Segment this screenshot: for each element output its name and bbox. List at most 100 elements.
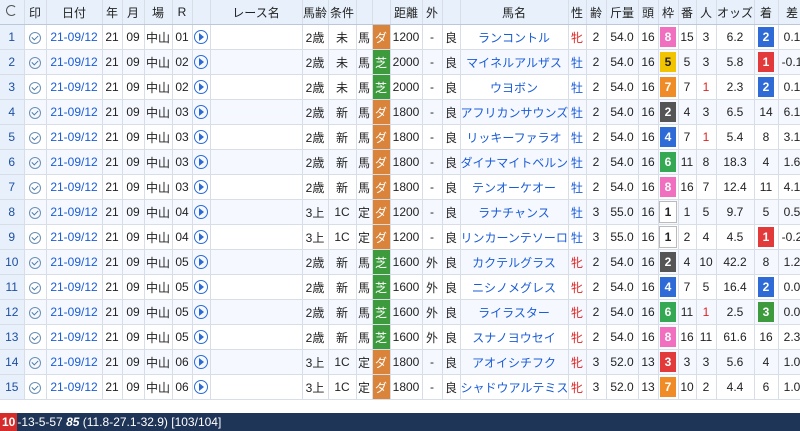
check-icon[interactable]: [29, 31, 41, 44]
play-cell[interactable]: [192, 99, 211, 125]
check-cell[interactable]: [24, 349, 47, 375]
play-cell[interactable]: [192, 124, 211, 150]
play-cell[interactable]: [192, 324, 211, 350]
check-icon[interactable]: [29, 56, 41, 69]
column-header-13[interactable]: 距離: [390, 0, 423, 25]
play-cell[interactable]: [192, 374, 211, 400]
play-icon[interactable]: [194, 30, 208, 45]
table-row[interactable]: 2 21-09/12 21 09 中山 02 2歳未馬芝 2000- 良マイネルアルザス牡 2 54…: [0, 49, 800, 75]
column-header-7[interactable]: [192, 0, 211, 25]
check-cell[interactable]: [24, 74, 47, 100]
check-cell[interactable]: [24, 49, 47, 75]
play-cell[interactable]: [192, 24, 211, 50]
table-row[interactable]: 5 21-09/12 21 09 中山 03 2歳新馬ダ 1800- 良リッキーファラオ牡 2 54…: [0, 124, 800, 150]
table-row[interactable]: 8 21-09/12 21 09 中山 04 3上 1C 定ダ 1200- 良ラナチャンス牡 3 55.…: [0, 199, 800, 225]
check-icon[interactable]: [29, 306, 41, 319]
column-header-6[interactable]: R: [172, 0, 193, 25]
play-cell[interactable]: [192, 149, 211, 175]
check-cell[interactable]: [24, 99, 47, 125]
check-icon[interactable]: [29, 81, 41, 94]
play-icon[interactable]: [194, 255, 208, 270]
check-icon[interactable]: [29, 356, 41, 369]
column-header-25[interactable]: 着: [754, 0, 779, 25]
play-icon[interactable]: [194, 330, 208, 345]
play-icon[interactable]: [194, 130, 208, 145]
column-header-19[interactable]: 斤量: [606, 0, 639, 25]
column-header-10[interactable]: 条件: [328, 0, 357, 25]
table-row[interactable]: 1 21-09/12 21 09 中山 01 2歳未馬ダ 1200- 良ランコントル牝 2 54.0…: [0, 24, 800, 50]
play-cell[interactable]: [192, 199, 211, 225]
column-header-0[interactable]: [0, 0, 25, 25]
column-header-26[interactable]: 差: [778, 0, 800, 25]
column-header-20[interactable]: 頭: [638, 0, 659, 25]
check-cell[interactable]: [24, 24, 47, 50]
column-header-4[interactable]: 月: [122, 0, 145, 25]
column-header-8[interactable]: レース名: [210, 0, 303, 25]
column-header-22[interactable]: 番: [678, 0, 697, 25]
play-icon[interactable]: [194, 230, 208, 245]
column-header-23[interactable]: 人: [696, 0, 717, 25]
column-header-11[interactable]: [356, 0, 373, 25]
table-row[interactable]: 3 21-09/12 21 09 中山 02 2歳未馬芝 2000- 良ウヨボン牡 2 54.0 16…: [0, 74, 800, 100]
play-icon[interactable]: [194, 155, 208, 170]
check-cell[interactable]: [24, 149, 47, 175]
table-row[interactable]: 12 21-09/12 21 09 中山 05 2歳新馬芝 1600 外良ライラスター牝 2 54.…: [0, 299, 800, 325]
check-cell[interactable]: [24, 174, 47, 200]
table-row[interactable]: 15 21-09/12 21 09 中山 06 3上 1C 定ダ 1800- 良シャドウアルテミス牝…: [0, 374, 800, 400]
check-cell[interactable]: [24, 224, 47, 250]
play-icon[interactable]: [194, 305, 208, 320]
column-header-15[interactable]: [442, 0, 461, 25]
play-icon[interactable]: [194, 280, 208, 295]
play-icon[interactable]: [194, 205, 208, 220]
check-icon[interactable]: [29, 381, 41, 394]
column-header-14[interactable]: 外: [422, 0, 443, 25]
column-header-24[interactable]: オッズ: [716, 0, 755, 25]
play-cell[interactable]: [192, 224, 211, 250]
column-header-9[interactable]: 馬齢: [302, 0, 329, 25]
check-icon[interactable]: [29, 181, 41, 194]
check-icon[interactable]: [29, 206, 41, 219]
column-header-16[interactable]: 馬名: [460, 0, 569, 25]
play-cell[interactable]: [192, 49, 211, 75]
column-header-17[interactable]: 性: [568, 0, 587, 25]
play-cell[interactable]: [192, 74, 211, 100]
play-icon[interactable]: [194, 380, 208, 395]
table-row[interactable]: 4 21-09/12 21 09 中山 03 2歳新馬ダ 1800- 良アフリカンサウンズ牡 2 5…: [0, 99, 800, 125]
play-cell[interactable]: [192, 249, 211, 275]
table-row[interactable]: 11 21-09/12 21 09 中山 05 2歳新馬芝 1600 外良ニシノメグレス牝 2 54…: [0, 274, 800, 300]
check-cell[interactable]: [24, 299, 47, 325]
column-header-1[interactable]: 印: [24, 0, 47, 25]
check-cell[interactable]: [24, 124, 47, 150]
column-header-5[interactable]: 場: [144, 0, 173, 25]
column-header-12[interactable]: [372, 0, 391, 25]
table-row[interactable]: 6 21-09/12 21 09 中山 03 2歳新馬ダ 1800- 良ダイナマイトベルン牡 2 5…: [0, 149, 800, 175]
check-cell[interactable]: [24, 374, 47, 400]
check-icon[interactable]: [29, 331, 41, 344]
play-cell[interactable]: [192, 349, 211, 375]
check-cell[interactable]: [24, 274, 47, 300]
check-icon[interactable]: [29, 281, 41, 294]
column-header-18[interactable]: 齢: [586, 0, 607, 25]
check-icon[interactable]: [29, 256, 41, 269]
play-icon[interactable]: [194, 180, 208, 195]
play-icon[interactable]: [194, 80, 208, 95]
column-header-2[interactable]: 日付: [46, 0, 103, 25]
table-row[interactable]: 13 21-09/12 21 09 中山 05 2歳新馬芝 1600 外良スナノヨウセイ牝 2 54…: [0, 324, 800, 350]
table-row[interactable]: 10 21-09/12 21 09 中山 05 2歳新馬芝 1600 外良カクテルグラス牝 2 54…: [0, 249, 800, 275]
check-icon[interactable]: [29, 106, 41, 119]
check-icon[interactable]: [29, 231, 41, 244]
play-icon[interactable]: [194, 55, 208, 70]
play-icon[interactable]: [194, 105, 208, 120]
table-row[interactable]: 14 21-09/12 21 09 中山 06 3上 1C 定ダ 1800- 良アオイシチフク牝 3 5…: [0, 349, 800, 375]
play-cell[interactable]: [192, 174, 211, 200]
play-icon[interactable]: [194, 355, 208, 370]
play-cell[interactable]: [192, 274, 211, 300]
column-header-3[interactable]: 年: [102, 0, 123, 25]
play-cell[interactable]: [192, 299, 211, 325]
check-icon[interactable]: [29, 156, 41, 169]
check-cell[interactable]: [24, 324, 47, 350]
table-row[interactable]: 9 21-09/12 21 09 中山 04 3上 1C 定ダ 1200- 良リンカーンテソーロ牡 3…: [0, 224, 800, 250]
refresh-icon[interactable]: [6, 5, 18, 16]
column-header-21[interactable]: 枠: [658, 0, 679, 25]
table-row[interactable]: 7 21-09/12 21 09 中山 03 2歳新馬ダ 1800- 良テンオーケオー牡 2 54.…: [0, 174, 800, 200]
